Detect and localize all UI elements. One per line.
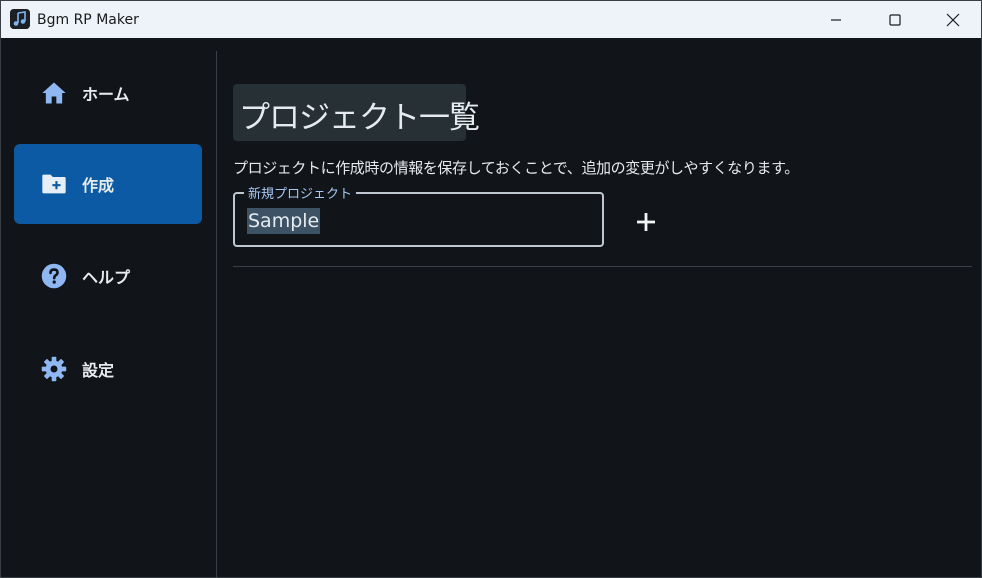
app-window: Bgm RP Maker ホーム 作成 ヘルプ 設定 プロジェクト一覧 プロジェ… — [0, 0, 982, 578]
app-music-icon — [10, 9, 30, 29]
add-project-button[interactable] — [629, 205, 663, 239]
sidebar-item-help[interactable]: ヘルプ — [14, 236, 202, 316]
page-description: プロジェクトに作成時の情報を保存しておくことで、追加の変更がしやすくなります。 — [233, 159, 799, 177]
plus-icon — [637, 213, 655, 231]
sidebar-item-settings[interactable]: 設定 — [14, 329, 202, 409]
title-bar: Bgm RP Maker — [1, 1, 981, 38]
help-icon — [40, 262, 68, 290]
sidebar-item-label: 設定 — [82, 361, 115, 380]
folder-plus-icon — [40, 170, 68, 198]
minimize-icon — [831, 18, 841, 21]
sidebar-item-create[interactable]: 作成 — [14, 144, 202, 224]
sidebar-item-label: 作成 — [82, 176, 115, 195]
home-icon — [40, 79, 68, 107]
sidebar-item-label: ホーム — [82, 85, 130, 104]
sidebar-divider — [216, 51, 217, 578]
content-divider — [233, 266, 972, 267]
gear-icon — [40, 355, 68, 383]
close-icon — [946, 13, 960, 26]
new-project-field[interactable]: 新規プロジェクト Sample — [233, 183, 604, 247]
maximize-icon — [889, 13, 901, 26]
sidebar-item-home[interactable]: ホーム — [14, 53, 202, 133]
new-project-label: 新規プロジェクト — [244, 183, 357, 202]
sidebar-item-label: ヘルプ — [82, 268, 131, 287]
new-project-input[interactable]: Sample — [247, 208, 321, 234]
minimize-button[interactable] — [807, 1, 865, 38]
page-title-box: プロジェクト一覧 — [233, 84, 480, 141]
close-button[interactable] — [924, 1, 982, 38]
sidebar: ホーム 作成 ヘルプ 設定 — [1, 38, 216, 578]
page-title: プロジェクト一覧 — [239, 100, 480, 136]
maximize-button[interactable] — [866, 1, 924, 38]
window-title: Bgm RP Maker — [37, 12, 139, 28]
